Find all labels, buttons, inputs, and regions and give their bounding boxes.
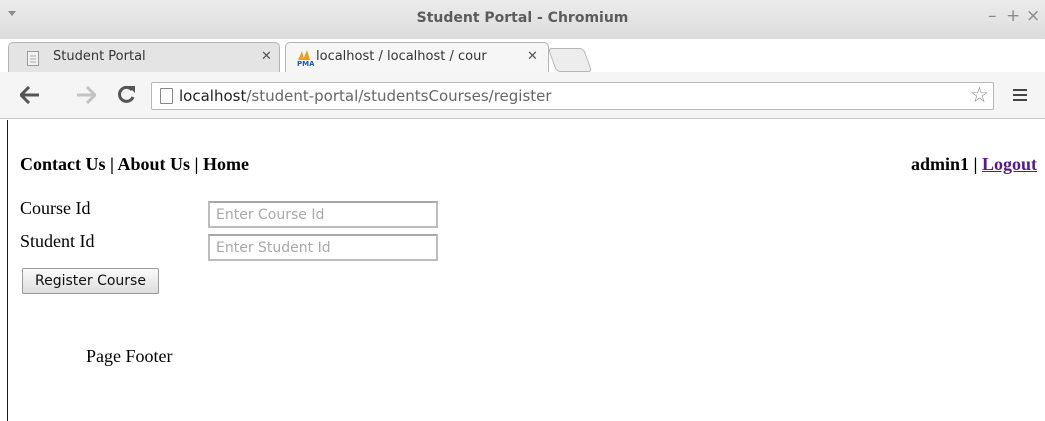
- tab-phpmyadmin[interactable]: PMA localhost / localhost / cour ✕: [285, 42, 549, 72]
- page-icon: [27, 51, 39, 66]
- close-tab-icon[interactable]: ✕: [261, 49, 272, 64]
- page-info-icon[interactable]: [160, 88, 173, 104]
- maximize-button[interactable]: +: [1006, 6, 1020, 26]
- address-bar[interactable]: localhost/student-portal/studentsCourses…: [151, 82, 994, 110]
- user-separator: |: [969, 154, 982, 174]
- nav-separator: |: [190, 154, 203, 174]
- reload-icon[interactable]: [117, 85, 136, 104]
- page-footer: Page Footer: [86, 346, 173, 366]
- window-titlebar: Student Portal - Chromium – + ×: [0, 0, 1045, 39]
- window-title: Student Portal - Chromium: [416, 10, 629, 26]
- menu-icon[interactable]: [1013, 89, 1027, 104]
- url-host: localhost: [179, 87, 247, 105]
- course-id-label: Course Id: [20, 198, 91, 218]
- bookmark-star-icon[interactable]: ☆: [970, 83, 989, 107]
- minimize-button[interactable]: –: [988, 6, 997, 26]
- url-path: /student-portal/studentsCourses/register: [246, 87, 552, 105]
- tab-label: localhost / localhost / cour: [316, 49, 487, 64]
- url-text: localhost/student-portal/studentsCourses…: [179, 87, 552, 105]
- page-border: [7, 120, 8, 421]
- nav-separator: |: [105, 154, 118, 174]
- back-icon[interactable]: [20, 86, 40, 104]
- contact-link[interactable]: Contact Us: [20, 154, 106, 174]
- phpmyadmin-icon: PMA: [297, 50, 314, 66]
- student-id-label: Student Id: [20, 231, 95, 251]
- user-area: admin1 | Logout: [911, 154, 1037, 175]
- about-link[interactable]: About Us: [117, 154, 190, 174]
- new-tab-button[interactable]: [547, 48, 593, 72]
- forward-icon[interactable]: [76, 86, 96, 104]
- close-tab-icon[interactable]: ✕: [527, 49, 538, 64]
- course-id-input[interactable]: [208, 201, 438, 228]
- close-window-button[interactable]: ×: [1026, 6, 1040, 26]
- site-nav: Contact Us | About Us | Home: [20, 154, 249, 175]
- svg-text:PMA: PMA: [297, 60, 314, 66]
- logout-link[interactable]: Logout: [982, 154, 1037, 174]
- tab-label: Student Portal: [53, 49, 146, 64]
- home-link[interactable]: Home: [203, 154, 249, 174]
- tab-student-portal[interactable]: Student Portal ✕: [8, 42, 280, 72]
- student-id-input[interactable]: [208, 234, 438, 261]
- register-course-button[interactable]: Register Course: [22, 268, 159, 294]
- username: admin1: [910, 154, 970, 174]
